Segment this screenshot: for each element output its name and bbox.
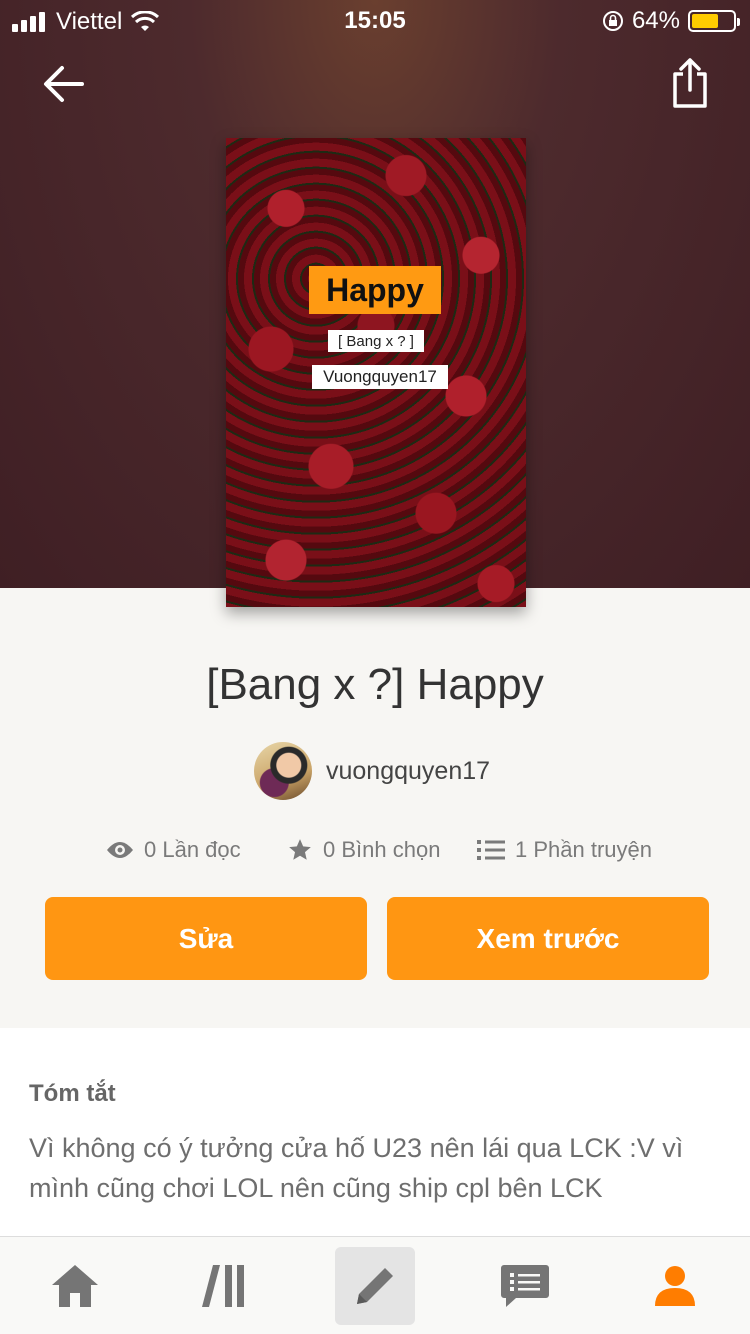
tab-write[interactable] (335, 1247, 415, 1325)
parts-count: 1 Phần truyện (515, 837, 652, 862)
story-stats: 0 Lần đọc 0 Bình chọn 1 Phần truyện (0, 834, 750, 866)
avatar[interactable] (254, 742, 312, 800)
tab-messages[interactable] (485, 1247, 565, 1325)
stat-parts[interactable]: 1 Phần truyện (477, 834, 652, 866)
list-icon (477, 840, 505, 860)
pencil-icon (357, 1268, 393, 1304)
rotation-lock-icon (602, 11, 623, 31)
tab-profile[interactable] (635, 1247, 715, 1325)
edit-button[interactable]: Sửa (45, 897, 367, 980)
arrow-left-icon (44, 66, 84, 102)
author-name[interactable]: vuongquyen17 (326, 757, 490, 786)
star-icon (289, 839, 311, 860)
summary-text: Vì không có ý tưởng cửa hố U23 nên lái q… (29, 1133, 684, 1203)
votes-count: 0 Bình chọn (323, 837, 441, 862)
back-button[interactable] (38, 58, 90, 110)
preview-button[interactable]: Xem trước (387, 897, 709, 980)
cover-title: Happy (309, 266, 441, 314)
share-button[interactable] (670, 56, 710, 110)
battery-icon (688, 10, 740, 32)
bottom-tab-bar (0, 1236, 750, 1334)
author-link[interactable]: vuongquyen17 (254, 742, 490, 800)
battery-level (692, 14, 718, 28)
cover-author: Vuongquyen17 (312, 365, 448, 389)
home-icon (52, 1265, 98, 1307)
status-bar: Viettel 15:05 64% (0, 0, 750, 42)
tab-library[interactable] (185, 1247, 265, 1325)
profile-icon (655, 1266, 695, 1306)
library-icon (202, 1265, 244, 1307)
eye-icon (107, 842, 133, 858)
story-title: [Bang x ?] Happy (206, 660, 544, 709)
tab-home[interactable] (35, 1247, 115, 1325)
messages-icon (501, 1265, 549, 1307)
share-icon (673, 58, 707, 108)
stat-reads: 0 Lần đọc (106, 834, 241, 866)
summary-heading: Tóm tắt (29, 1080, 116, 1107)
reads-count: 0 Lần đọc (144, 837, 241, 862)
status-right: 64% (602, 7, 740, 35)
story-cover[interactable]: Happy [ Bang x ? ] Vuongquyen17 (226, 138, 526, 607)
battery-percent: 64% (631, 7, 680, 34)
cover-subtitle: [ Bang x ? ] (328, 330, 424, 352)
stat-votes: 0 Bình chọn (287, 834, 440, 866)
summary-section: Tóm tắt Vì không có ý tưởng cửa hố U23 n… (0, 1028, 750, 1238)
